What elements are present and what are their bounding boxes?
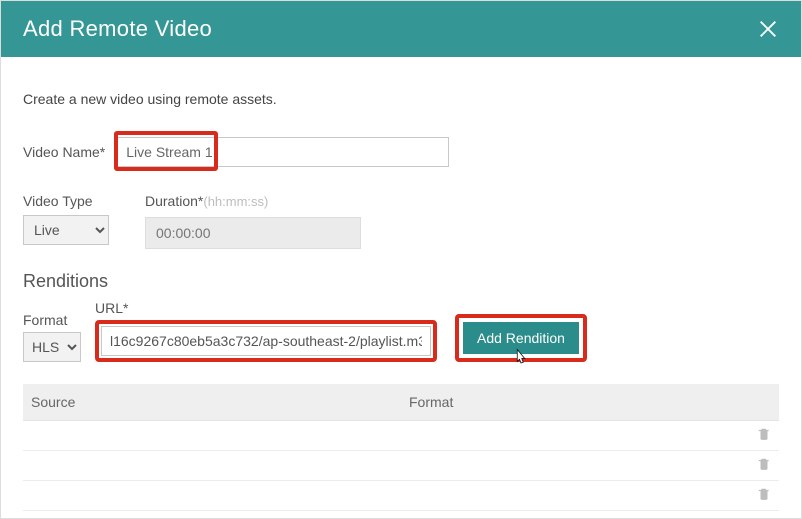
cell-source xyxy=(23,481,401,511)
cell-source xyxy=(23,421,401,451)
th-format: Format xyxy=(401,384,739,421)
add-rendition-button[interactable]: Add Rendition xyxy=(463,322,579,354)
duration-label: Duration xyxy=(145,193,203,209)
duration-hint: (hh:mm:ss) xyxy=(203,194,268,209)
video-name-input[interactable] xyxy=(117,137,449,167)
close-icon[interactable] xyxy=(757,18,779,40)
video-name-label: Video Name xyxy=(23,144,105,160)
video-type-label: Video Type xyxy=(23,193,109,209)
trash-icon[interactable] xyxy=(757,427,771,441)
url-input[interactable] xyxy=(101,326,431,356)
table-row xyxy=(23,451,779,481)
format-label: Format xyxy=(23,312,81,328)
duration-input xyxy=(145,217,361,249)
modal-title: Add Remote Video xyxy=(23,16,212,42)
table-row xyxy=(23,481,779,511)
cell-format xyxy=(401,421,739,451)
trash-icon[interactable] xyxy=(757,457,771,471)
rendition-form-row: Format HLS URL Add Rendition xyxy=(23,300,779,362)
type-duration-row: Video Type Live Duration(hh:mm:ss) xyxy=(23,193,779,249)
cell-format xyxy=(401,451,739,481)
cursor-pointer-icon xyxy=(512,348,530,366)
renditions-heading: Renditions xyxy=(23,271,779,292)
th-action xyxy=(739,384,779,421)
cell-format xyxy=(401,481,739,511)
modal-header: Add Remote Video xyxy=(1,1,801,57)
video-name-row: Video Name xyxy=(23,137,779,167)
table-row xyxy=(23,421,779,451)
add-rendition-label: Add Rendition xyxy=(477,330,565,346)
trash-icon[interactable] xyxy=(757,487,771,501)
cell-source xyxy=(23,451,401,481)
url-label: URL xyxy=(95,300,437,316)
video-type-select[interactable]: Live xyxy=(23,215,109,245)
highlight-add-rendition: Add Rendition xyxy=(455,314,587,362)
th-source: Source xyxy=(23,384,401,421)
format-select[interactable]: HLS xyxy=(23,332,81,362)
highlight-url xyxy=(95,320,437,362)
intro-text: Create a new video using remote assets. xyxy=(23,91,779,107)
renditions-table: Source Format xyxy=(23,384,779,511)
